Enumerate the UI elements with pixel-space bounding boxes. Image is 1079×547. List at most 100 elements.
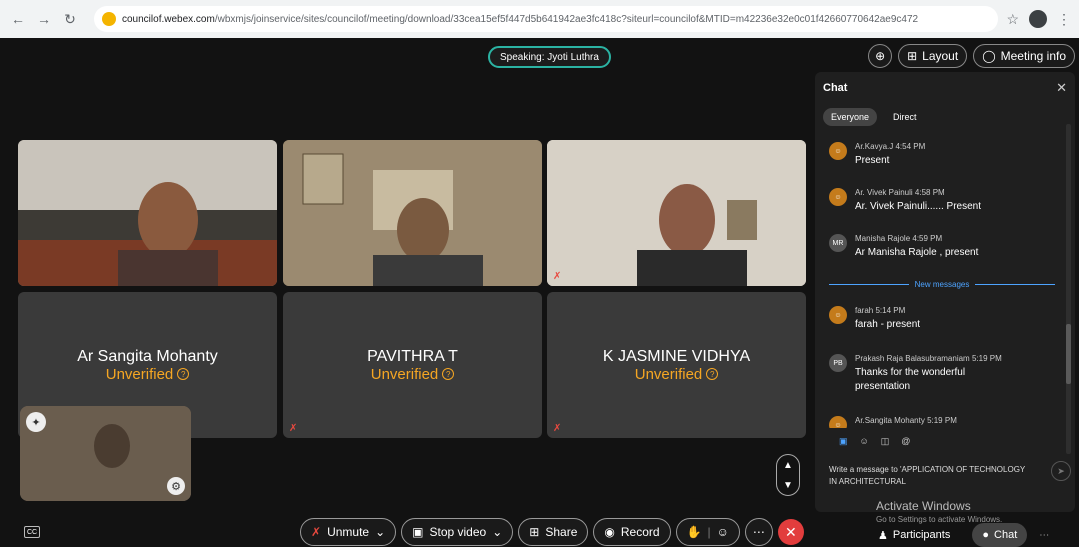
hand-icon[interactable]: ✋ [687,525,702,539]
top-right-controls: ⊕ ⊞ Layout ◯ Meeting info [868,44,1075,68]
chat-tabs: Everyone Direct [823,108,925,126]
layout-button[interactable]: ⊞ Layout [898,44,968,68]
tile-status: Unverified? [106,366,190,383]
reload-icon[interactable]: ↻ [60,9,80,29]
watermark-line1: Activate Windows [876,499,971,513]
captions-icon[interactable]: CC [24,526,40,538]
profile-icon[interactable] [1029,10,1047,28]
muted-mic-icon: ✗ [311,525,322,539]
end-call-button[interactable]: ✕ [777,519,804,545]
message-text: Present [855,155,890,166]
chat-label: Chat [994,529,1018,541]
avatar: ☺ [829,142,847,160]
chat-button[interactable]: ● Chat [972,523,1028,547]
separator: | [707,525,711,539]
participants-label: Participants [892,529,951,541]
share-button[interactable]: ⊞ Share [518,518,589,546]
muted-mic-icon: ✗ [553,423,562,434]
message-header: Ar. Vivek Painuli 4:58 PM [855,188,981,197]
scroll-navigator[interactable]: ▲ ▼ [776,454,800,496]
chat-message: ☺ Ar. Vivek Painuli 4:58 PM Ar. Vivek Pa… [829,188,1061,214]
tile-status: Unverified? [635,366,719,383]
unmute-button[interactable]: ✗ Unmute ⌄ [300,518,397,546]
zoom-button[interactable]: ⊕ [868,44,893,68]
shield-icon: ◯ [982,49,996,63]
back-icon[interactable]: ← [8,9,28,29]
chevron-down-icon[interactable]: ⌄ [375,525,385,539]
address-bar[interactable]: councilof.webex.com /wbxmjs/joinservice/… [94,6,999,32]
video-tile-2[interactable] [283,140,542,286]
tab-everyone[interactable]: Everyone [823,108,878,126]
browser-menu-icon[interactable]: ⋮ [1057,11,1071,28]
bottom-right-controls: ♟ Participants ● Chat ⋯ [868,523,1049,547]
meeting-info-button[interactable]: ◯ Meeting info [973,44,1075,68]
unmute-label: Unmute [327,525,370,539]
tile-name: PAVITHRA T [367,347,458,365]
muted-mic-icon: ✗ [289,423,298,434]
layout-label: Layout [922,49,959,63]
participants-icon: ♟ [878,529,888,542]
record-icon: ◉ [604,525,615,539]
record-button[interactable]: ◉ Record [593,518,671,546]
browser-toolbar: ← → ↻ councilof.webex.com /wbxmjs/joinse… [0,0,1079,38]
windows-activation-watermark: Activate Windows Go to Settings to activ… [876,499,1002,524]
message-time: 4:54 PM [895,142,926,151]
layout-icon: ⊞ [907,49,918,63]
self-view[interactable]: ✦ ⚙ [20,406,191,501]
forward-icon[interactable]: → [34,9,54,29]
status-text: Unverified [634,365,703,383]
video-tile-1[interactable] [18,140,277,286]
emoji-icon[interactable]: ☺ [717,525,729,539]
chat-icon: ● [982,529,990,541]
status-text: Unverified [105,365,174,383]
meeting-stage: Speaking: Jyoti Luthra ⊕ ⊞ Layout ◯ Meetin… [0,38,1079,547]
pin-icon[interactable]: ✦ [26,412,46,432]
gear-icon[interactable]: ⚙ [167,477,185,495]
info-icon[interactable]: ? [442,368,455,380]
chevron-up-icon[interactable]: ▲ [783,460,793,471]
chat-message: ☺ Ar.Kavya.J 4:54 PM Present [829,142,1061,168]
chevron-down-icon[interactable]: ⌄ [492,525,502,539]
participants-button[interactable]: ♟ Participants [868,523,960,547]
send-icon[interactable]: ➤ [1051,461,1071,481]
tab-direct[interactable]: Direct [885,108,925,126]
message-text: Ar. Vivek Painuli...... Present [855,201,981,212]
name-tile-2[interactable]: PAVITHRA T Unverified? ✗ [283,292,542,438]
record-label: Record [620,525,660,539]
chevron-down-icon[interactable]: ▼ [783,480,793,491]
chat-panel: Chat ✕ Everyone Direct ☺ Ar.Kavya.J 4:54… [815,72,1075,512]
meeting-info-label: Meeting info [1000,49,1066,63]
share-icon: ⊞ [529,525,540,539]
message-author: Ar. Vivek Painuli [855,188,913,197]
info-icon[interactable]: ? [177,368,190,380]
name-tile-3[interactable]: K JASMINE VIDHYA Unverified? ✗ [547,292,806,438]
tile-name: Ar Sangita Mohanty [77,347,218,365]
zoom-icon: ⊕ [875,49,886,63]
info-icon[interactable]: ? [706,368,719,380]
stop-video-button[interactable]: ▣ Stop video ⌄ [401,518,514,546]
bookmark-star-icon[interactable]: ☆ [1006,11,1019,28]
status-text: Unverified [370,365,439,383]
camera-icon: ▣ [412,525,424,539]
participant-video-1 [18,140,277,286]
close-icon[interactable]: ✕ [1056,80,1067,96]
reactions-button[interactable]: ✋ | ☺ [675,518,740,546]
stop-video-label: Stop video [429,525,487,539]
url-path: /wbxmjs/joinservice/sites/councilof/meet… [214,13,919,25]
video-tile-3[interactable]: ✗ [547,140,806,286]
site-icon [102,12,116,26]
more-icon: ⋯ [752,525,765,539]
close-icon: ✕ [785,523,797,540]
url-domain: councilof.webex.com [122,13,215,25]
participant-video-2 [283,140,542,286]
participant-video-3 [547,140,806,286]
message-header: Ar.Kavya.J 4:54 PM [855,142,925,151]
speaking-indicator: Speaking: Jyoti Luthra [488,46,611,68]
more-options-button[interactable]: ⋯ [744,518,773,546]
muted-mic-icon: ✗ [553,271,562,282]
message-time: 4:58 PM [914,188,945,197]
message-author: Ar.Kavya.J [855,142,894,151]
tile-status: Unverified? [371,366,455,383]
meeting-controls: ✗ Unmute ⌄ ▣ Stop video ⌄ ⊞ Share ◉ Record ✋ | ☺… [300,518,804,546]
more-icon[interactable]: ⋯ [1039,530,1049,541]
